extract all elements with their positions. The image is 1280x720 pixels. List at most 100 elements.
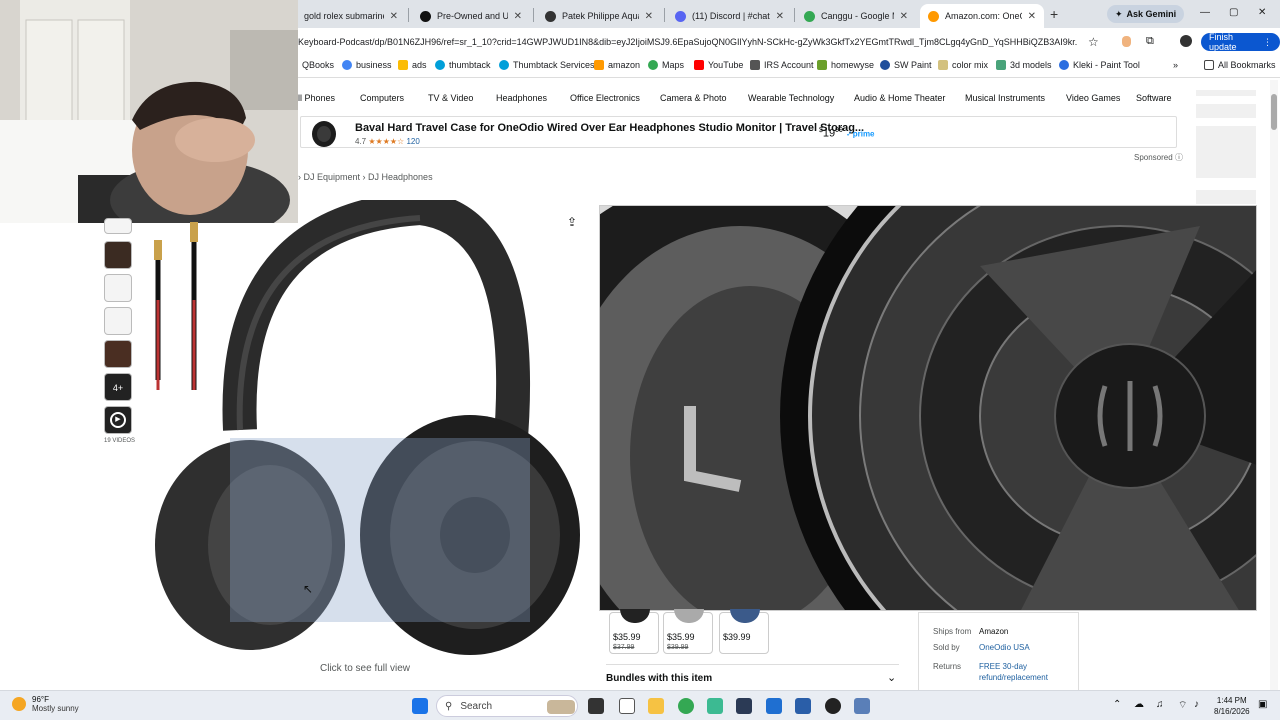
ask-gemini-button[interactable]: ✦ Ask Gemini	[1107, 5, 1185, 23]
bookmark-amazon[interactable]: amazon	[594, 60, 640, 70]
full-view-link[interactable]: Click to see full view	[320, 663, 410, 674]
bookmark-colormix[interactable]: color mix	[938, 60, 988, 70]
nav-headphones[interactable]: Headphones	[496, 93, 547, 103]
close-icon[interactable]: ✕	[645, 11, 653, 22]
taskbar-clock[interactable]: 1:44 PM 8/16/2026	[1214, 695, 1250, 717]
close-icon[interactable]: ✕	[514, 11, 522, 22]
close-window-button[interactable]: ✕	[1258, 7, 1266, 18]
calculator-icon[interactable]	[736, 698, 752, 714]
profile-avatar[interactable]	[1180, 35, 1192, 47]
close-icon[interactable]: ✕	[900, 11, 908, 22]
network-icon[interactable]: ☁	[1134, 699, 1144, 710]
windows-start-icon[interactable]	[412, 698, 428, 714]
homewyse-icon	[817, 60, 827, 70]
thumbnail-image[interactable]	[104, 218, 132, 234]
chevron-down-icon[interactable]: ⌄	[887, 671, 896, 684]
main-product-image[interactable]	[140, 200, 590, 660]
tab-patek[interactable]: Patek Philippe Aquana ✕	[537, 4, 661, 28]
nav-computers[interactable]: Computers	[360, 93, 404, 103]
wifi-icon[interactable]: ⌔	[1178, 699, 1187, 712]
bookmark-ads[interactable]: ads	[398, 60, 427, 70]
tab-rolex[interactable]: gold rolex submariner ✕	[296, 4, 406, 28]
thumbnail-image[interactable]	[104, 307, 132, 335]
bookmark-swpaint[interactable]: SW Paint	[880, 60, 932, 70]
word-icon[interactable]	[795, 698, 811, 714]
bookmark-kleki[interactable]: Kleki - Paint Tool	[1059, 60, 1140, 70]
bookmark-thumbtack-services[interactable]: Thumbtack Services	[499, 60, 595, 70]
nav-cell-phones[interactable]: ll Phones	[298, 93, 335, 103]
breadcrumb[interactable]: › DJ Equipment › DJ Headphones	[298, 172, 433, 182]
nav-wearable[interactable]: Wearable Technology	[748, 93, 834, 103]
nav-camera-photo[interactable]: Camera & Photo	[660, 93, 727, 103]
notification-icon[interactable]: ▣	[1258, 699, 1267, 710]
nav-tv-video[interactable]: TV & Video	[428, 93, 473, 103]
bookmark-thumbtack[interactable]: thumbtack	[435, 60, 491, 70]
variant-option[interactable]: $35.99 $37.99	[609, 609, 659, 654]
nav-video-games[interactable]: Video Games	[1066, 93, 1120, 103]
share-icon[interactable]: ⇪	[567, 215, 577, 229]
finish-update-button[interactable]: Finish update ⋮	[1201, 32, 1280, 52]
thumbnail-image[interactable]	[104, 340, 132, 368]
bookmark-homewyse[interactable]: homewyse	[817, 60, 874, 70]
sponsored-product-bar[interactable]: Baval Hard Travel Case for OneOdio Wired…	[300, 116, 1177, 148]
sold-by-link[interactable]: OneOdio USA	[979, 643, 1030, 652]
app-icon[interactable]	[707, 698, 723, 714]
tab-maps[interactable]: Canggu - Google Map ✕	[796, 4, 916, 28]
file-explorer-icon[interactable]	[648, 698, 664, 714]
tab-amazon[interactable]: Amazon.com: OneOdi ✕	[920, 4, 1044, 28]
close-icon[interactable]: ✕	[1028, 11, 1036, 22]
review-count[interactable]: 120	[406, 137, 419, 146]
variant-option[interactable]: $39.99	[719, 609, 769, 654]
close-icon[interactable]: ✕	[390, 11, 398, 22]
volume-icon[interactable]: ♪	[1194, 699, 1199, 710]
minimize-button[interactable]: —	[1200, 7, 1210, 18]
kebab-menu-icon[interactable]: ⋮	[1263, 37, 1272, 48]
app-icon[interactable]	[825, 698, 841, 714]
scrollbar-thumb[interactable]	[1271, 94, 1277, 130]
close-icon[interactable]: ✕	[776, 11, 784, 22]
extensions-icon[interactable]: ⧉	[1146, 35, 1154, 48]
bookmark-3dmodels[interactable]: 3d models	[996, 60, 1052, 70]
url-input[interactable]: Keyboard-Podcast/dp/B01N6ZJH96/ref=sr_1_…	[298, 37, 1078, 47]
thumbnail-image[interactable]	[104, 274, 132, 302]
returns-link-line2[interactable]: refund/replacement	[979, 673, 1048, 682]
nav-audio-home[interactable]: Audio & Home Theater	[854, 93, 945, 103]
bookmark-irs[interactable]: IRS Account	[750, 60, 814, 70]
bookmark-maps[interactable]: Maps	[648, 60, 684, 70]
site-icon	[420, 10, 431, 22]
video-thumbnail[interactable]: ▶	[104, 406, 132, 434]
microphone-icon[interactable]: ♫	[1156, 699, 1164, 710]
tab-discord[interactable]: (11) Discord | #chat | G ✕	[667, 4, 792, 28]
sponsored-title[interactable]: Baval Hard Travel Case for OneOdio Wired…	[355, 122, 864, 134]
variant-option[interactable]: $35.99 $39.99	[663, 609, 713, 654]
bookmark-qbooks[interactable]: QBooks	[302, 60, 334, 70]
tab-preowned[interactable]: Pre-Owned and Used R ✕	[412, 4, 530, 28]
scrollbar[interactable]	[1270, 80, 1278, 690]
info-icon[interactable]: ⓘ	[1175, 153, 1183, 162]
bookmarks-overflow-icon[interactable]: »	[1173, 60, 1178, 70]
photos-icon[interactable]	[766, 698, 782, 714]
extension-icon[interactable]	[1122, 36, 1131, 47]
weather-widget[interactable]: 96°F Mostly sunny	[12, 695, 79, 713]
bundles-section-header[interactable]: Bundles with this item	[606, 673, 712, 684]
returns-link[interactable]: FREE 30-day	[979, 662, 1027, 671]
notepad-icon[interactable]	[619, 698, 635, 714]
nav-office-electronics[interactable]: Office Electronics	[570, 93, 640, 103]
chrome-icon[interactable]	[678, 698, 694, 714]
bookmark-business[interactable]: business	[342, 60, 392, 70]
bookmark-youtube[interactable]: YouTube	[694, 60, 743, 70]
variant-list-price: $39.99	[667, 644, 689, 651]
nav-musical-instruments[interactable]: Musical Instruments	[965, 93, 1045, 103]
taskbar-search[interactable]: ⚲ Search	[436, 695, 578, 717]
thumbnail-image[interactable]	[104, 241, 132, 269]
sponsored-label[interactable]: Sponsored ⓘ	[1134, 152, 1183, 163]
chevron-up-icon[interactable]: ⌃	[1113, 699, 1121, 710]
app-icon[interactable]	[854, 698, 870, 714]
task-view-icon[interactable]	[588, 698, 604, 714]
more-thumbnails-button[interactable]: 4+	[104, 373, 132, 401]
nav-software[interactable]: Software	[1136, 93, 1172, 103]
bookmark-star-icon[interactable]: ☆	[1088, 35, 1099, 49]
maximize-button[interactable]: ▢	[1229, 7, 1238, 18]
all-bookmarks-button[interactable]: All Bookmarks	[1204, 60, 1276, 70]
new-tab-button[interactable]: +	[1050, 6, 1058, 22]
